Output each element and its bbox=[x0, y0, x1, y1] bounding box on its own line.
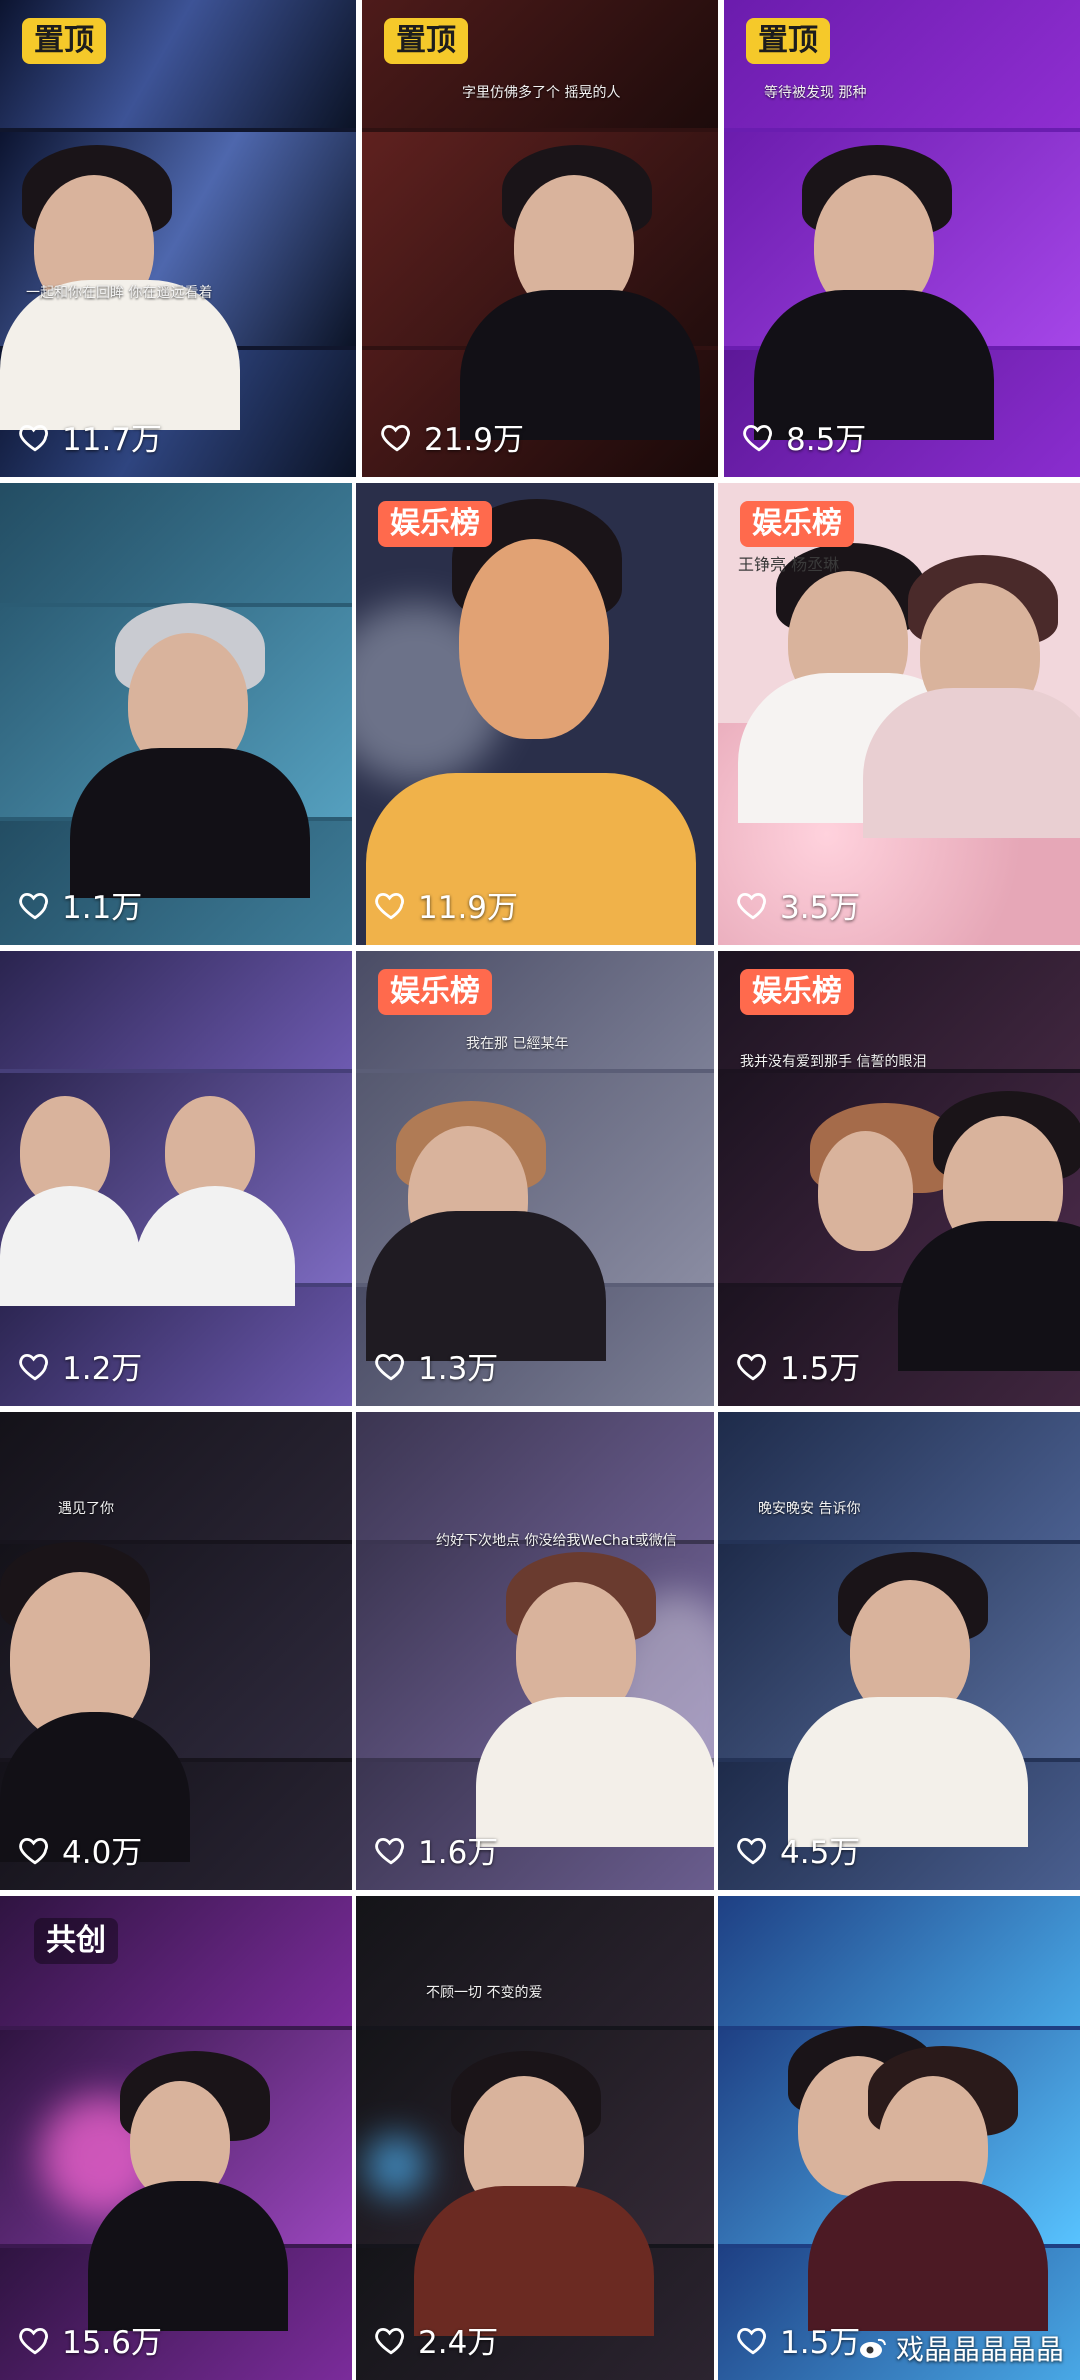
video-subtitle: 等待被发现 那种 bbox=[764, 85, 867, 101]
likes-text: 1.6万 bbox=[418, 1835, 499, 1871]
ranking-badge: 娱乐榜 bbox=[740, 501, 854, 547]
likes-count: 8.5万 bbox=[742, 414, 866, 459]
heart-icon bbox=[375, 2327, 404, 2354]
likes-text: 1.1万 bbox=[62, 890, 143, 926]
video-card[interactable]: 晚安晚安 告诉你 4.5万 bbox=[718, 1412, 1080, 1890]
video-subtitle: 字里仿佛多了个 摇晃的人 bbox=[462, 85, 621, 101]
likes-text: 3.5万 bbox=[780, 890, 861, 926]
cocreate-badge: 共创 bbox=[34, 1918, 118, 1964]
video-card[interactable]: 约好下次地点 你没给我WeChat或微信 1.6万 bbox=[356, 1412, 714, 1890]
likes-count: 2.4万 bbox=[374, 2317, 498, 2362]
pinned-badge: 置顶 bbox=[384, 18, 468, 64]
likes-count: 1.6万 bbox=[374, 1827, 498, 1872]
video-card[interactable]: 遇见了你 4.0万 bbox=[0, 1412, 352, 1890]
likes-count: 1.5万 bbox=[736, 2317, 860, 2362]
heart-icon bbox=[19, 892, 48, 919]
video-subtitle: 我并没有爱到那手 信誓的眼泪 bbox=[740, 1054, 927, 1070]
heart-icon bbox=[375, 1353, 404, 1380]
heart-icon bbox=[381, 424, 410, 451]
video-subtitle: 约好下次地点 你没给我WeChat或微信 bbox=[436, 1533, 677, 1549]
video-card[interactable]: 我并没有爱到那手 信誓的眼泪 娱乐榜 1.5万 bbox=[718, 951, 1080, 1406]
video-card[interactable]: 1.1万 bbox=[0, 483, 352, 945]
video-card[interactable]: 字里仿佛多了个 摇晃的人 置顶 21.9万 bbox=[362, 0, 718, 477]
video-subtitle: 一起和你在回眸 你在遥远看着 bbox=[26, 285, 213, 301]
likes-count: 4.0万 bbox=[18, 1827, 142, 1872]
video-subtitle: 不顾一切 不变的爱 bbox=[426, 1985, 543, 2001]
likes-text: 11.7万 bbox=[62, 422, 163, 458]
likes-count: 1.3万 bbox=[374, 1343, 498, 1388]
video-subtitle: 晚安晚安 告诉你 bbox=[758, 1501, 861, 1517]
heart-icon bbox=[737, 2327, 766, 2354]
likes-count: 1.5万 bbox=[736, 1343, 860, 1388]
video-card[interactable]: 王铮亮 杨丞琳 娱乐榜 3.5万 bbox=[718, 483, 1080, 945]
likes-count: 4.5万 bbox=[736, 1827, 860, 1872]
pinned-badge: 置顶 bbox=[22, 18, 106, 64]
watermark-text: 戏晶晶晶晶晶 bbox=[895, 2333, 1064, 2366]
video-card[interactable]: 共创 15.6万 bbox=[0, 1896, 352, 2380]
likes-count: 15.6万 bbox=[18, 2317, 162, 2362]
heart-icon bbox=[737, 892, 766, 919]
likes-text: 1.3万 bbox=[418, 1351, 499, 1387]
heart-icon bbox=[375, 892, 404, 919]
heart-icon bbox=[737, 1837, 766, 1864]
video-card[interactable]: 娱乐榜 11.9万 bbox=[356, 483, 714, 945]
likes-text: 1.5万 bbox=[780, 2325, 861, 2361]
likes-text: 4.0万 bbox=[62, 1835, 143, 1871]
likes-count: 1.2万 bbox=[18, 1343, 142, 1388]
likes-text: 11.9万 bbox=[418, 890, 519, 926]
heart-icon bbox=[737, 1353, 766, 1380]
ranking-badge: 娱乐榜 bbox=[378, 501, 492, 547]
video-subtitle: 王铮亮 杨丞琳 bbox=[738, 555, 840, 574]
likes-text: 8.5万 bbox=[786, 422, 867, 458]
likes-text: 2.4万 bbox=[418, 2325, 499, 2361]
likes-text: 4.5万 bbox=[780, 1835, 861, 1871]
heart-icon bbox=[19, 1837, 48, 1864]
heart-icon bbox=[19, 2327, 48, 2354]
video-card[interactable]: 我在那 已經某年 娱乐榜 1.3万 bbox=[356, 951, 714, 1406]
likes-count: 3.5万 bbox=[736, 882, 860, 927]
ranking-badge: 娱乐榜 bbox=[740, 969, 854, 1015]
ranking-badge: 娱乐榜 bbox=[378, 969, 492, 1015]
likes-text: 1.2万 bbox=[62, 1351, 143, 1387]
video-card[interactable]: 1.2万 bbox=[0, 951, 352, 1406]
likes-text: 15.6万 bbox=[62, 2325, 163, 2361]
video-card[interactable]: 一起和你在回眸 你在遥远看着 置顶 11.7万 bbox=[0, 0, 356, 477]
likes-count: 21.9万 bbox=[380, 414, 524, 459]
video-subtitle: 遇见了你 bbox=[58, 1501, 114, 1517]
pinned-badge: 置顶 bbox=[746, 18, 830, 64]
weibo-icon bbox=[859, 2338, 886, 2358]
video-feed-grid: 一起和你在回眸 你在遥远看着 置顶 11.7万 字里仿佛多了个 摇晃的人 置顶 … bbox=[0, 0, 1080, 2380]
likes-text: 1.5万 bbox=[780, 1351, 861, 1387]
heart-icon bbox=[19, 424, 48, 451]
likes-count: 1.1万 bbox=[18, 882, 142, 927]
likes-count: 11.9万 bbox=[374, 882, 518, 927]
weibo-watermark: 戏晶晶晶晶晶 bbox=[858, 2328, 1064, 2368]
likes-text: 21.9万 bbox=[424, 422, 525, 458]
video-card[interactable]: 等待被发现 那种 置顶 8.5万 bbox=[724, 0, 1080, 477]
video-card[interactable]: 1.5万 戏晶晶晶晶晶 bbox=[718, 1896, 1080, 2380]
video-subtitle: 我在那 已經某年 bbox=[466, 1036, 569, 1052]
video-card[interactable]: 不顾一切 不变的爱 2.4万 bbox=[356, 1896, 714, 2380]
heart-icon bbox=[19, 1353, 48, 1380]
heart-icon bbox=[375, 1837, 404, 1864]
likes-count: 11.7万 bbox=[18, 414, 162, 459]
heart-icon bbox=[743, 424, 772, 451]
